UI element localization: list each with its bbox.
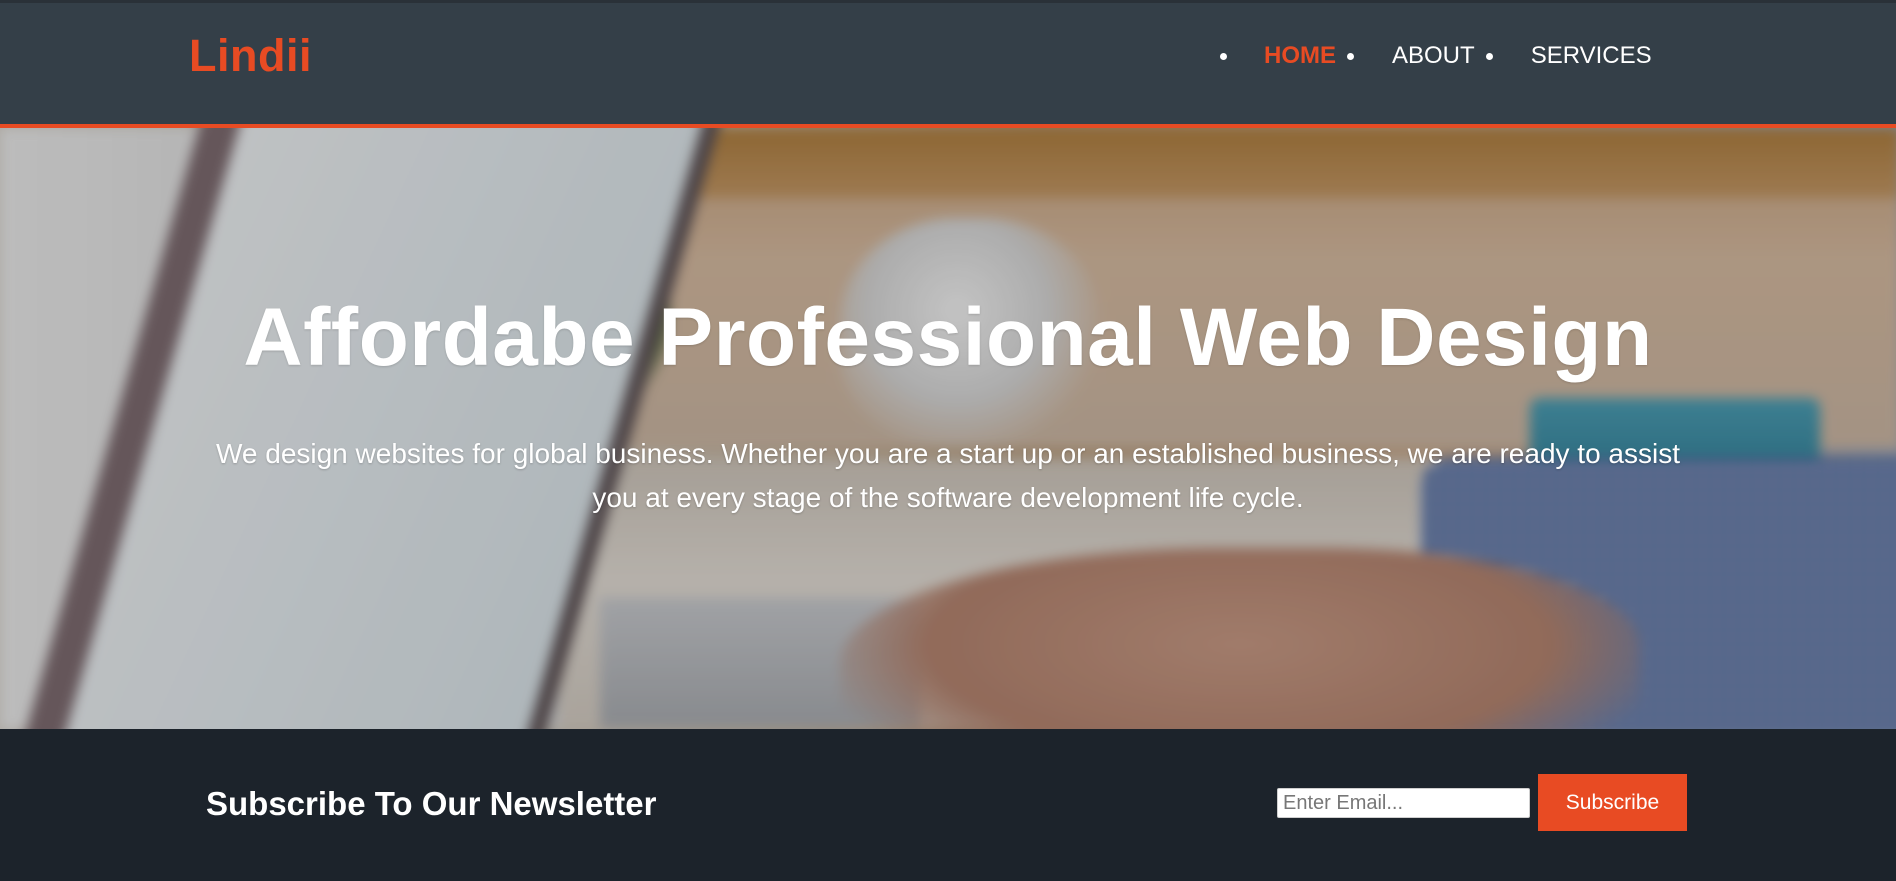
nav-item-label: SERVICES [1530, 42, 1652, 69]
bullet-icon [1485, 52, 1493, 60]
site-header: Lindii HOME ABOUT SERVICES [0, 0, 1896, 128]
bullet-icon [1347, 52, 1354, 60]
main-nav: HOME ABOUT SERVICES [1220, 41, 1652, 71]
newsletter-title: Subscribe To Our Newsletter [206, 785, 657, 822]
nav-item-home[interactable]: HOME [1264, 41, 1354, 71]
logo[interactable]: Lindii [189, 29, 312, 83]
nav-item-label: ABOUT [1392, 42, 1475, 69]
nav-item-services[interactable]: SERVICES [1531, 41, 1652, 71]
email-input[interactable] [1277, 788, 1530, 818]
nav-item-about[interactable]: ABOUT [1392, 41, 1493, 71]
nav-item-label: HOME [1264, 42, 1336, 69]
hero-overlay [0, 128, 1896, 729]
hero-description: We design websites for global business. … [215, 438, 1681, 513]
bullet-icon [1220, 52, 1227, 60]
newsletter-section: Subscribe To Our Newsletter Subscribe [0, 729, 1896, 881]
hero-title: Affordabe Professional Web Design [243, 292, 1653, 383]
hero-section: Affordabe Professional Web Design We des… [0, 128, 1896, 729]
subscribe-button[interactable]: Subscribe [1538, 774, 1687, 831]
